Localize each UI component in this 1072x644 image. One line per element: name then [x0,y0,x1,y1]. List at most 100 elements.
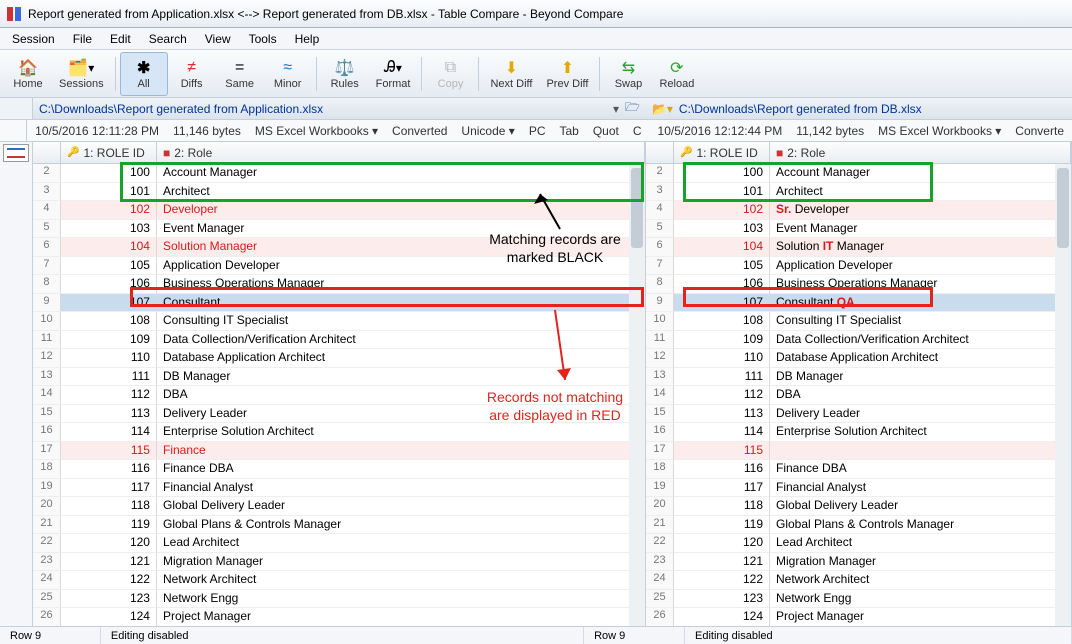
rownum-cell: 2 [33,164,61,183]
menu-view[interactable]: View [197,30,239,48]
table-row[interactable]: 12110Database Application Architect [33,349,645,368]
menu-file[interactable]: File [65,30,100,48]
left-encoding-dropdown[interactable]: Unicode ▾ [461,124,514,138]
table-row[interactable]: 22120Lead Architect [33,534,645,553]
toolbar-separator [478,57,479,91]
right-col1-header[interactable]: 🔑1: ROLE ID [674,142,770,163]
table-row[interactable]: 17115Finance [33,442,645,461]
left-file-path[interactable]: C:\Downloads\Report generated from Appli… [39,102,607,116]
scrollbar-thumb[interactable] [1057,168,1069,248]
right-scrollbar[interactable] [1055,164,1071,626]
dropdown-icon[interactable]: ▾ [613,102,619,116]
table-row[interactable]: 4102Sr. Developer [646,201,1071,220]
reload-button[interactable]: ⟳Reload [652,52,701,96]
table-row[interactable]: 2100Account Manager [33,164,645,183]
table-row[interactable]: 12110Database Application Architect [646,349,1071,368]
rownum-header[interactable] [33,142,61,163]
left-tab-label: Tab [559,124,578,138]
menu-help[interactable]: Help [287,30,328,48]
table-row[interactable]: 6104Solution IT Manager [646,238,1071,257]
roleid-cell: 100 [61,164,157,183]
table-row[interactable]: 17115 [646,442,1071,461]
table-row[interactable]: 24122Network Architect [33,571,645,590]
table-row[interactable]: 3101Architect [33,183,645,202]
role-cell: Account Manager [157,164,645,183]
menu-tools[interactable]: Tools [241,30,285,48]
table-row[interactable]: 15113Delivery Leader [646,405,1071,424]
table-row[interactable]: 20118Global Delivery Leader [33,497,645,516]
table-row[interactable]: 4102Developer [33,201,645,220]
table-row[interactable]: 20118Global Delivery Leader [646,497,1071,516]
table-row[interactable]: 21119Global Plans & Controls Manager [646,516,1071,535]
copy-button[interactable]: ⧉Copy [426,52,474,96]
left-filetype-dropdown[interactable]: MS Excel Workbooks ▾ [255,124,378,138]
thumbnail-icon [3,144,29,162]
rules-icon: ⚖️ [335,58,355,78]
right-file-path[interactable]: C:\Downloads\Report generated from DB.xl… [679,102,1066,116]
menu-session[interactable]: Session [4,30,63,48]
role-cell: Network Engg [770,590,1071,609]
table-row[interactable]: 5103Event Manager [646,220,1071,239]
thumbnail-gutter[interactable] [0,142,33,626]
role-cell: Project Manager [770,608,1071,626]
table-row[interactable]: 19117Financial Analyst [33,479,645,498]
table-row[interactable]: 16114Enterprise Solution Architect [646,423,1071,442]
table-row[interactable]: 10108Consulting IT Specialist [33,312,645,331]
table-row[interactable]: 11109Data Collection/Verification Archit… [646,331,1071,350]
table-row[interactable]: 25123Network Engg [646,590,1071,609]
left-col2-header[interactable]: ■2: Role [157,142,645,163]
prev-diff-button[interactable]: ⬆Prev Diff [539,52,595,96]
same-icon: = [235,58,244,78]
table-row[interactable]: 14112DBA [646,386,1071,405]
table-row[interactable]: 13111DB Manager [33,368,645,387]
diffs-button[interactable]: ≠Diffs [168,52,216,96]
table-row[interactable]: 26124Project Manager [646,608,1071,626]
right-filetype-dropdown[interactable]: MS Excel Workbooks ▾ [878,124,1001,138]
roleid-cell: 111 [61,368,157,387]
table-row[interactable]: 23121Migration Manager [646,553,1071,572]
table-row[interactable]: 2100Account Manager [646,164,1071,183]
left-col1-header[interactable]: 🔑1: ROLE ID [61,142,157,163]
format-button[interactable]: Ꭿ▾Format [369,52,418,96]
table-row[interactable]: 13111DB Manager [646,368,1071,387]
table-row[interactable]: 8106Business Operations Manager [33,275,645,294]
same-button[interactable]: =Same [216,52,264,96]
roleid-cell: 121 [674,553,770,572]
table-row[interactable]: 18116Finance DBA [646,460,1071,479]
right-timestamp: 10/5/2016 12:12:44 PM [658,124,783,138]
table-row[interactable]: 18116Finance DBA [33,460,645,479]
table-row[interactable]: 16114Enterprise Solution Architect [33,423,645,442]
role-cell: Architect [770,183,1071,202]
folder-open-icon[interactable]: 📂▾ [652,102,673,116]
menu-search[interactable]: Search [141,30,195,48]
table-row[interactable]: 21119Global Plans & Controls Manager [33,516,645,535]
swap-button[interactable]: ⇆Swap [604,52,652,96]
table-row[interactable]: 9107Consultant [33,294,645,313]
minor-button[interactable]: ≈Minor [264,52,312,96]
right-grid-body[interactable]: 2100Account Manager3101Architect4102Sr. … [646,164,1071,626]
browse-icon[interactable]: 🗁 [625,98,640,119]
rownum-header[interactable] [646,142,674,163]
table-row[interactable]: 26124Project Manager [33,608,645,626]
menu-edit[interactable]: Edit [102,30,139,48]
home-button[interactable]: 🏠Home [4,52,52,96]
role-cell: Project Manager [157,608,645,626]
table-row[interactable]: 11109Data Collection/Verification Archit… [33,331,645,350]
table-row[interactable]: 9107Consultant QA [646,294,1071,313]
right-col2-header[interactable]: ■2: Role [770,142,1071,163]
rules-button[interactable]: ⚖️Rules [321,52,369,96]
table-row[interactable]: 24122Network Architect [646,571,1071,590]
role-cell: Migration Manager [770,553,1071,572]
all-button[interactable]: ✱All [120,52,168,96]
table-row[interactable]: 25123Network Engg [33,590,645,609]
table-row[interactable]: 22120Lead Architect [646,534,1071,553]
table-row[interactable]: 10108Consulting IT Specialist [646,312,1071,331]
next-diff-button[interactable]: ⬇Next Diff [483,52,539,96]
table-row[interactable]: 3101Architect [646,183,1071,202]
table-row[interactable]: 7105Application Developer [646,257,1071,276]
left-file-meta: 10/5/2016 12:11:28 PM 11,146 bytes MS Ex… [27,120,649,142]
table-row[interactable]: 19117Financial Analyst [646,479,1071,498]
sessions-button[interactable]: 🗂️▾Sessions [52,52,111,96]
table-row[interactable]: 8106Business Operations Manager [646,275,1071,294]
table-row[interactable]: 23121Migration Manager [33,553,645,572]
